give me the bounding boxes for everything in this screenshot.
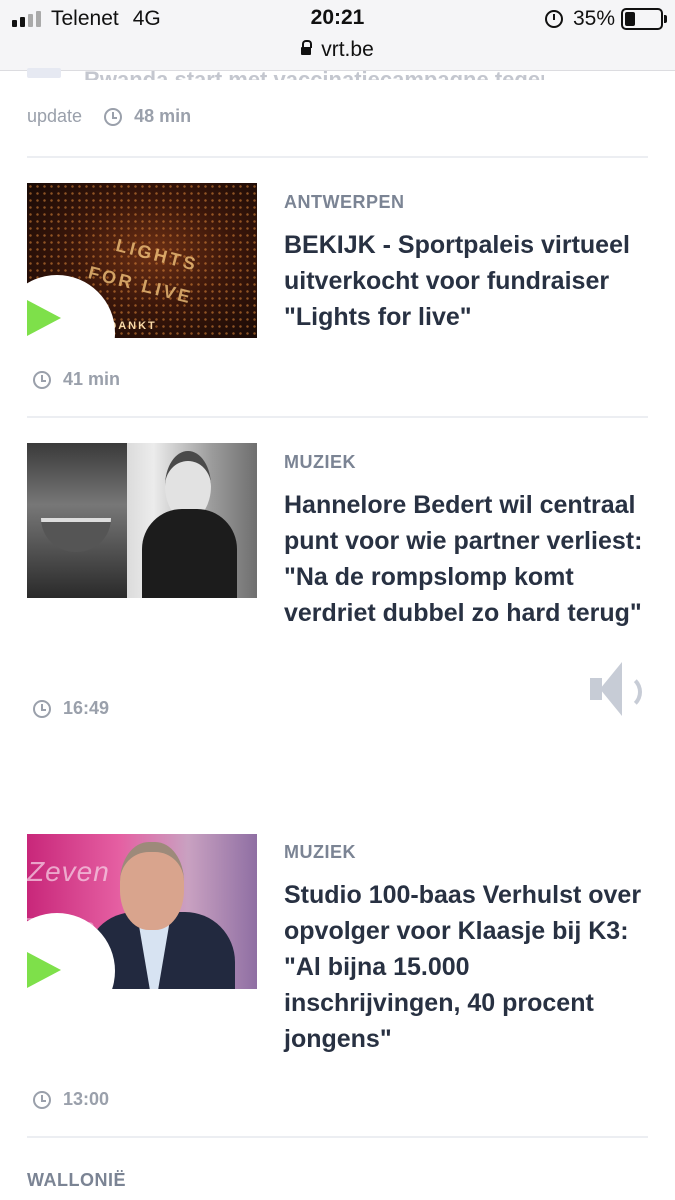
article-thumbnail-bedert[interactable] (27, 443, 257, 598)
article-headline[interactable]: Studio 100-baas Verhulst over opvolger v… (284, 877, 644, 1057)
article-time: 16:49 (63, 698, 110, 718)
article-headline[interactable]: BEKIJK - Sportpaleis virtueel uitverkoch… (284, 227, 644, 335)
previous-article-meta: update 48 min (27, 106, 191, 127)
alarm-icon (544, 10, 563, 28)
clock-icon (33, 1090, 51, 1109)
clock-icon (104, 107, 123, 126)
thumb-word: Zeven (27, 856, 110, 887)
previous-article-headline[interactable]: Rwanda start met vaccinatiecampagne tege… (84, 60, 544, 80)
speaker-icon[interactable] (588, 660, 648, 718)
url-text: vrt.be (321, 38, 374, 61)
article-thumbnail-verhulst[interactable]: Zeven Zeven (27, 834, 257, 989)
status-right: 35% (544, 7, 667, 31)
section-title-wallonie[interactable]: WALLONIË (27, 1170, 126, 1191)
clock-icon (33, 699, 51, 718)
clock-icon (33, 370, 51, 389)
play-icon[interactable] (27, 952, 61, 988)
previous-article-thumbnail[interactable] (27, 68, 61, 78)
battery-icon (621, 8, 667, 30)
article-headline[interactable]: Hannelore Bedert wil centraal punt voor … (284, 487, 644, 631)
update-label: update (27, 106, 83, 126)
article-meta: 41 min (33, 369, 120, 390)
play-icon[interactable] (27, 300, 61, 336)
article-meta: 16:49 (33, 698, 109, 719)
article-time: 48 min (134, 106, 192, 126)
article-meta: 13:00 (33, 1089, 109, 1110)
article-time: 13:00 (63, 1089, 110, 1109)
article-category[interactable]: ANTWERPEN (284, 192, 405, 213)
article-thumbnail-sportpaleis[interactable]: LIGHTS FOR LIVE BEDANKT (27, 183, 257, 338)
article-time: 41 min (63, 369, 121, 389)
battery-percent: 35% (572, 7, 615, 30)
address-bar[interactable]: vrt.be (0, 38, 675, 62)
article-category[interactable]: MUZIEK (284, 452, 356, 473)
divider (27, 1136, 648, 1138)
article-category[interactable]: MUZIEK (284, 842, 356, 863)
lock-icon (301, 40, 313, 55)
divider (27, 416, 648, 418)
divider (27, 156, 648, 158)
